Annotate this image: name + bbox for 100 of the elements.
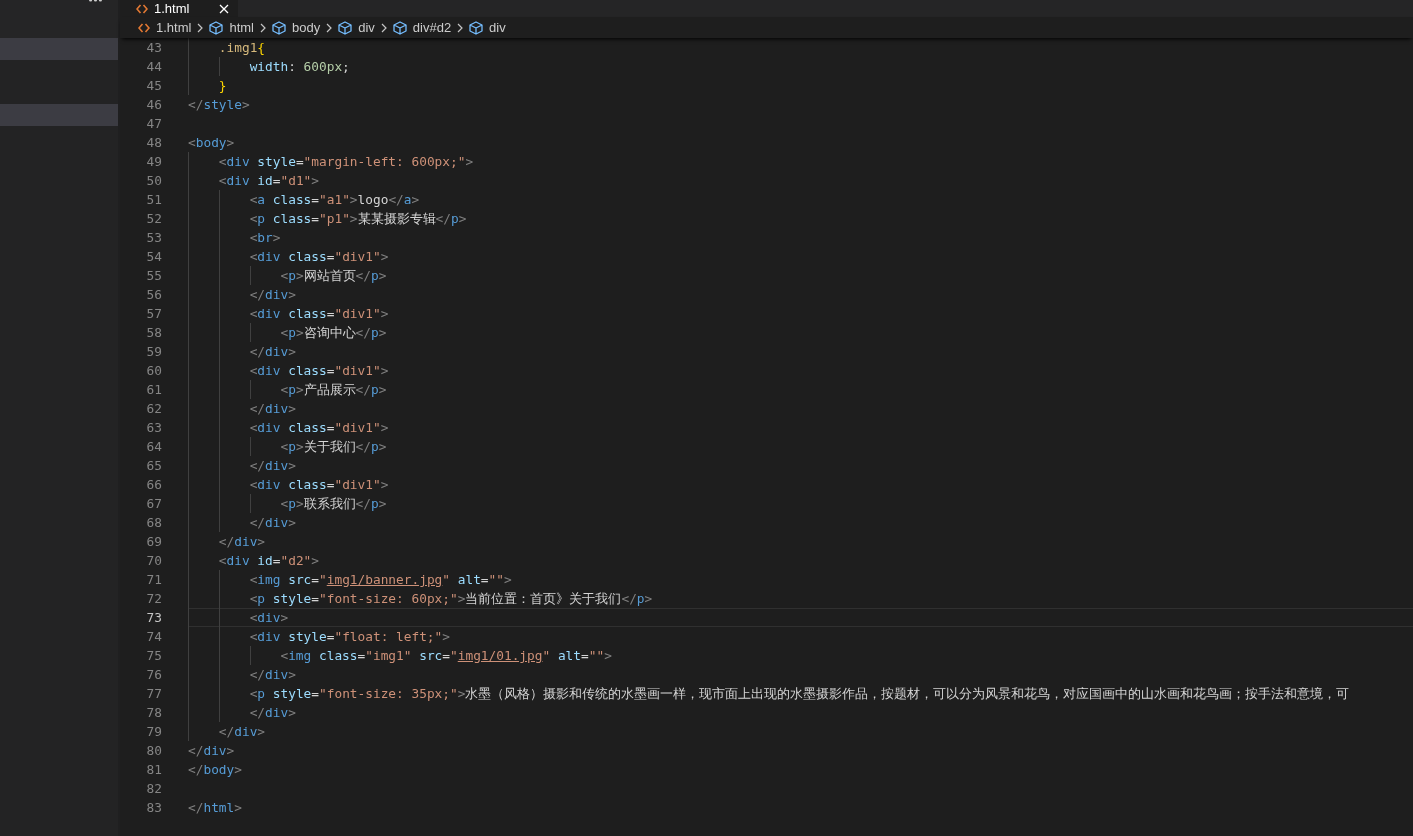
code-brackets-icon <box>136 3 148 14</box>
code-line: </div> <box>188 742 235 760</box>
line-number: 56 <box>146 287 162 302</box>
code-line: </div> <box>249 400 296 418</box>
code-line: <div class="div1"> <box>249 305 389 323</box>
line-number: 64 <box>146 439 162 454</box>
line-number: 51 <box>146 192 162 207</box>
line-number: 62 <box>146 401 162 416</box>
line-number: 61 <box>146 382 162 397</box>
code-line: <img src="img1/banner.jpg" alt=""> <box>249 571 512 589</box>
code-line: <div class="div1"> <box>249 248 389 266</box>
breadcrumb-item[interactable]: div#d2 <box>392 19 452 36</box>
code-line: </div> <box>249 457 296 475</box>
cube-icon <box>392 20 407 35</box>
line-number: 59 <box>146 344 162 359</box>
code-line: <div style="float: left;"> <box>249 628 450 646</box>
code-line: <div> <box>249 609 289 627</box>
line-number: 82 <box>146 781 162 796</box>
code-line: <div class="div1"> <box>249 419 389 437</box>
code-line: .img1{ <box>218 39 266 57</box>
more-icon[interactable] <box>89 0 102 3</box>
code-line: <p>关于我们</p> <box>280 438 387 456</box>
breadcrumb-item[interactable]: body <box>271 19 321 36</box>
code-line: <body> <box>188 134 235 152</box>
line-number: 71 <box>146 572 162 587</box>
editor-tab[interactable]: 1.html <box>120 0 238 17</box>
code-line: </body> <box>188 761 242 779</box>
line-number: 50 <box>146 173 162 188</box>
line-number: 53 <box>146 230 162 245</box>
code-line: <p style="font-size: 35px;">水墨（风格）摄影和传统的水墨画一样，现市面上出现的水墨摄影作品，按题材，可以分为风景和花鸟，对应国画中的山水画和花鸟画；按手法和意境，可 <box>249 685 1350 703</box>
chevron-right-icon <box>197 22 204 33</box>
line-number: 60 <box>146 363 162 378</box>
code-line: <p>咨询中心</p> <box>280 324 387 342</box>
line-number: 66 <box>146 477 162 492</box>
code-line: <p class="p1">某某摄影专辑</p> <box>249 210 467 228</box>
code-line: <p>网站首页</p> <box>280 267 387 285</box>
code-line: <div class="div1"> <box>249 362 389 380</box>
code-line: </style> <box>188 96 250 114</box>
line-number: 52 <box>146 211 162 226</box>
line-number: 83 <box>146 800 162 815</box>
line-number: 43 <box>146 40 162 55</box>
code-line: <div id="d1"> <box>218 172 320 190</box>
line-number: 55 <box>146 268 162 283</box>
line-number: 77 <box>146 686 162 701</box>
line-number: 67 <box>146 496 162 511</box>
line-number: 68 <box>146 515 162 530</box>
code-line: <p style="font-size: 60px;">当前位置：首页》关于我们</p> <box>249 590 653 608</box>
code-line: </div> <box>249 704 296 722</box>
code-brackets-icon <box>138 22 150 33</box>
cube-icon <box>271 20 286 35</box>
chevron-right-icon <box>326 22 333 33</box>
line-number: 78 <box>146 705 162 720</box>
breadcrumb-item[interactable]: html <box>209 19 254 36</box>
code-line: </div> <box>249 666 296 684</box>
line-number: 63 <box>146 420 162 435</box>
line-number: 45 <box>146 78 162 93</box>
line-number: 48 <box>146 135 162 150</box>
cube-icon <box>209 20 224 35</box>
code-line: } <box>218 77 227 95</box>
chevron-right-icon <box>259 22 266 33</box>
line-number: 74 <box>146 629 162 644</box>
line-number: 81 <box>146 762 162 777</box>
line-number: 54 <box>146 249 162 264</box>
line-number: 69 <box>146 534 162 549</box>
code-line: <div class="div1"> <box>249 476 389 494</box>
line-number: 75 <box>146 648 162 663</box>
code-line: <p>产品展示</p> <box>280 381 387 399</box>
code-line: </div> <box>249 343 296 361</box>
line-number: 58 <box>146 325 162 340</box>
code-line: </html> <box>188 799 242 817</box>
line-number: 76 <box>146 667 162 682</box>
line-number: 70 <box>146 553 162 568</box>
breadcrumb-item[interactable]: div <box>338 19 375 36</box>
chevron-right-icon <box>457 22 464 33</box>
cube-icon <box>469 20 484 35</box>
line-number: 79 <box>146 724 162 739</box>
line-number: 47 <box>146 116 162 131</box>
line-number: 65 <box>146 458 162 473</box>
code-line: <div style="margin-left: 600px;"> <box>218 153 474 171</box>
line-number: 49 <box>146 154 162 169</box>
code-line: <br> <box>249 229 281 247</box>
code-line: </div> <box>218 723 266 741</box>
line-number: 73 <box>146 610 162 625</box>
breadcrumb-item[interactable]: div <box>469 19 506 36</box>
code-line: <p>联系我们</p> <box>280 495 387 513</box>
line-number: 44 <box>146 59 162 74</box>
cube-icon <box>338 20 353 35</box>
breadcrumb-item[interactable]: 1.html <box>138 19 192 36</box>
code-line: <img class="img1" src="img1/01.jpg" alt=""> <box>280 647 612 665</box>
code-line: </div> <box>249 286 296 304</box>
code-line: </div> <box>218 533 266 551</box>
line-number: 72 <box>146 591 162 606</box>
line-number: 46 <box>146 97 162 112</box>
code-line: </div> <box>249 514 296 532</box>
code-line: <div id="d2"> <box>218 552 320 570</box>
line-number: 57 <box>146 306 162 321</box>
code-line: width: 600px; <box>249 58 350 76</box>
close-icon[interactable] <box>219 3 229 14</box>
code-line: <a class="a1">logo</a> <box>249 191 420 209</box>
line-number: 80 <box>146 743 162 758</box>
